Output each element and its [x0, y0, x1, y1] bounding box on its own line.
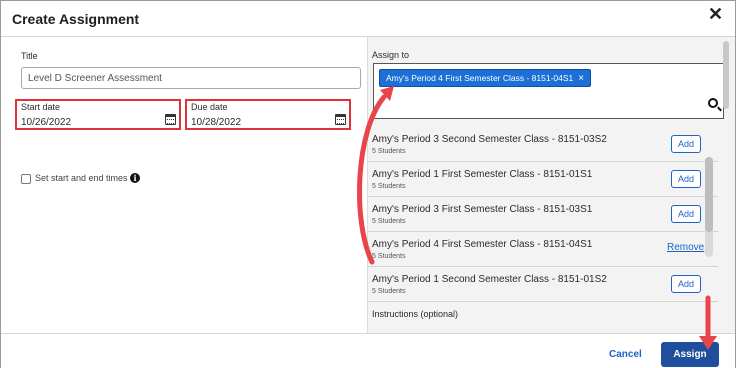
- create-assignment-dialog: Create Assignment ✕ Title Level D Screen…: [0, 0, 736, 368]
- class-name: Amy's Period 3 Second Semester Class - 8…: [372, 134, 607, 145]
- add-class-button[interactable]: Add: [671, 275, 701, 293]
- calendar-icon[interactable]: [165, 114, 176, 125]
- selected-class-chip-label: Amy's Period 4 First Semester Class - 81…: [386, 73, 574, 83]
- search-icon[interactable]: [708, 98, 718, 108]
- title-label: Title: [21, 51, 38, 61]
- student-count: 5 Students: [372, 148, 406, 155]
- close-icon[interactable]: ✕: [708, 5, 723, 23]
- class-list-scrollbar[interactable]: [705, 157, 713, 257]
- set-times-label[interactable]: Set start and end times: [35, 173, 128, 183]
- due-date-value: 10/28/2022: [191, 117, 242, 128]
- class-list-item: Amy's Period 3 Second Semester Class - 8…: [368, 127, 718, 162]
- class-name: Amy's Period 3 First Semester Class - 81…: [372, 204, 593, 215]
- calendar-icon[interactable]: [335, 114, 346, 125]
- set-times-checkbox[interactable]: [21, 174, 31, 184]
- selected-class-chip: Amy's Period 4 First Semester Class - 81…: [379, 69, 592, 87]
- panel-scrollbar[interactable]: [723, 41, 729, 109]
- start-date-label: Start date: [21, 102, 61, 112]
- assign-to-label: Assign to: [372, 50, 410, 60]
- class-name: Amy's Period 4 First Semester Class - 81…: [372, 239, 593, 250]
- scrollbar-thumb[interactable]: [705, 157, 713, 232]
- due-date-label: Due date: [191, 102, 228, 112]
- dialog-header: Create Assignment ✕: [1, 1, 735, 37]
- start-date-field[interactable]: Start date 10/26/2022: [15, 99, 181, 130]
- add-class-button[interactable]: Add: [671, 135, 701, 153]
- class-list-item: Amy's Period 1 Second Semester Class - 8…: [368, 267, 718, 302]
- instructions-label: Instructions (optional): [372, 309, 459, 319]
- assign-to-input[interactable]: Amy's Period 4 First Semester Class - 81…: [373, 63, 724, 119]
- class-list-item: Amy's Period 4 First Semester Class - 81…: [368, 232, 718, 267]
- class-list-item: Amy's Period 3 First Semester Class - 81…: [368, 197, 718, 232]
- class-list: Amy's Period 3 Second Semester Class - 8…: [368, 127, 718, 303]
- title-input-value: Level D Screener Assessment: [28, 72, 162, 84]
- info-icon[interactable]: i: [130, 173, 140, 183]
- class-name: Amy's Period 1 First Semester Class - 81…: [372, 169, 593, 180]
- chip-remove-icon[interactable]: ×: [578, 73, 584, 84]
- student-count: 5 Students: [372, 218, 406, 225]
- class-name: Amy's Period 1 Second Semester Class - 8…: [372, 274, 607, 285]
- dialog-title: Create Assignment: [12, 11, 140, 27]
- dialog-footer: Cancel Assign: [1, 333, 735, 368]
- remove-class-link[interactable]: Remove: [667, 242, 704, 253]
- student-count: 5 Students: [372, 288, 406, 295]
- assign-to-panel: Assign to Amy's Period 4 First Semester …: [367, 37, 735, 333]
- cancel-button[interactable]: Cancel: [609, 349, 642, 360]
- assign-button[interactable]: Assign: [661, 342, 719, 367]
- due-date-field[interactable]: Due date 10/28/2022: [185, 99, 351, 130]
- class-list-item: Amy's Period 1 First Semester Class - 81…: [368, 162, 718, 197]
- title-input[interactable]: Level D Screener Assessment: [21, 67, 361, 89]
- add-class-button[interactable]: Add: [671, 205, 701, 223]
- student-count: 5 Students: [372, 253, 406, 260]
- add-class-button[interactable]: Add: [671, 170, 701, 188]
- start-date-value: 10/26/2022: [21, 117, 72, 128]
- student-count: 5 Students: [372, 183, 406, 190]
- assignment-details-panel: Title Level D Screener Assessment Start …: [1, 37, 367, 333]
